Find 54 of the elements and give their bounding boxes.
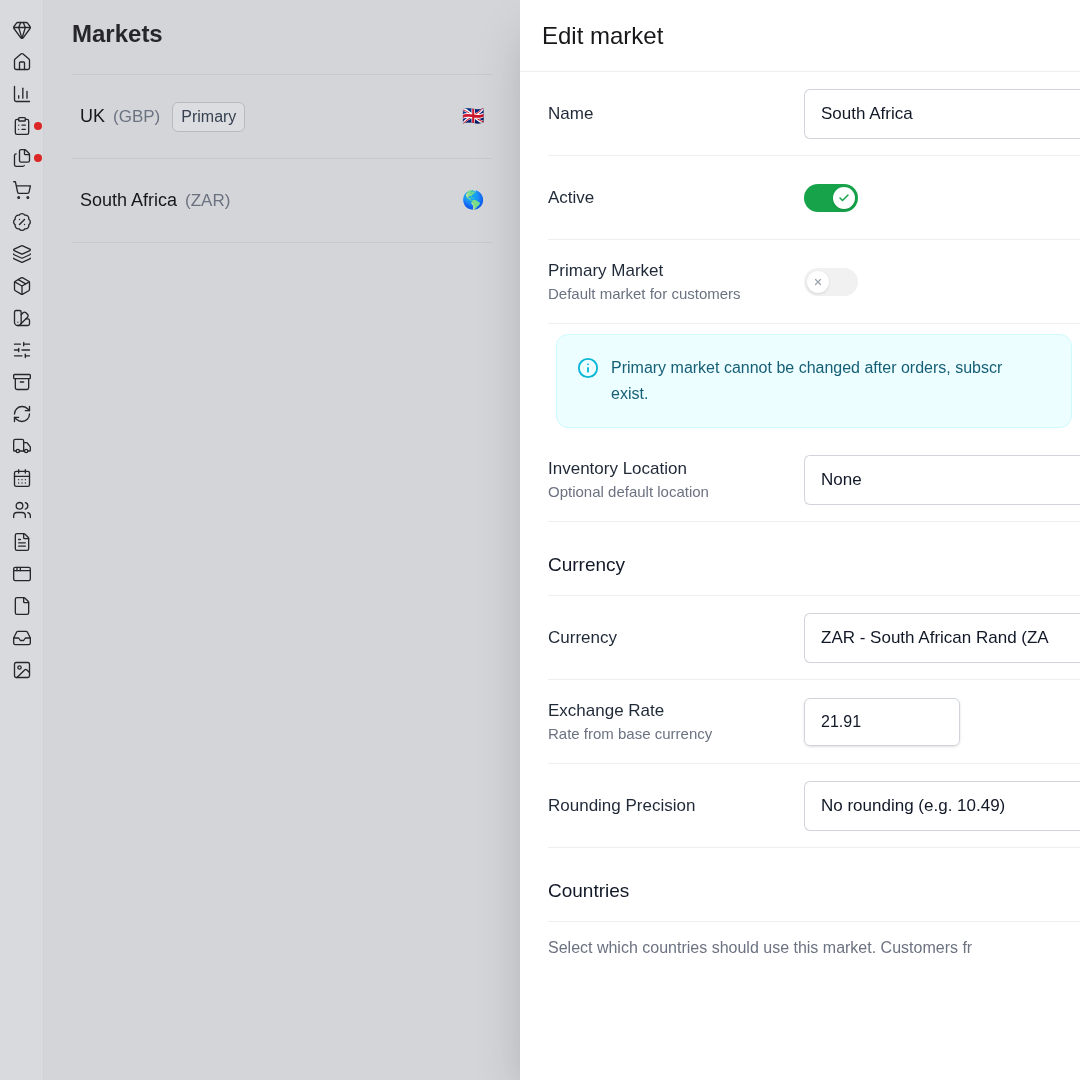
- section-heading: Countries: [548, 879, 630, 904]
- field-label: Currency: [548, 626, 618, 649]
- toggle-switch[interactable]: [804, 183, 858, 212]
- truck-icon[interactable]: [11, 436, 32, 456]
- flag-emoji: 🌎: [462, 189, 484, 212]
- layers-icon[interactable]: [11, 244, 32, 264]
- swatch-icon[interactable]: [11, 308, 32, 328]
- home-icon[interactable]: [11, 52, 32, 72]
- number-field[interactable]: 21.91: [804, 697, 960, 746]
- currency-code: (ZAR): [185, 189, 231, 212]
- close-icon: [813, 276, 823, 287]
- box-icon[interactable]: [11, 276, 32, 296]
- page-title: Markets: [72, 19, 164, 49]
- field-hint: Optional default location: [548, 482, 710, 502]
- cart-icon[interactable]: [11, 180, 32, 200]
- flag-emoji: 🇬🇧: [462, 105, 484, 128]
- field-label: Primary Market: [548, 259, 665, 282]
- field-hint: Default market for customers: [548, 284, 742, 304]
- field-label: Name: [548, 102, 595, 125]
- market-name: South Africa: [80, 189, 178, 212]
- drawer-title: Edit market: [542, 20, 664, 51]
- select-field[interactable]: None: [804, 454, 1080, 505]
- percent-badge-icon[interactable]: [11, 212, 32, 232]
- primary-badge: Primary: [172, 101, 246, 132]
- refresh-icon[interactable]: [11, 404, 32, 424]
- gem-icon[interactable]: [11, 20, 32, 40]
- archive-icon[interactable]: [11, 372, 32, 392]
- image-icon[interactable]: [11, 660, 32, 680]
- market-row[interactable]: UK (GBP) Primary 🇬🇧: [72, 75, 492, 159]
- section-description: Select which countries should use this market. Customers fr: [548, 938, 974, 958]
- inbox-icon[interactable]: [11, 628, 32, 648]
- field-label: Inventory Location: [548, 457, 688, 480]
- section-heading: Currency: [548, 553, 626, 578]
- window-icon[interactable]: [11, 564, 32, 584]
- field-hint: Rate from base currency: [548, 724, 714, 744]
- select-field[interactable]: ZAR - South African Rand (ZA: [804, 612, 1080, 663]
- select-field[interactable]: No rounding (e.g. 10.49): [804, 780, 1080, 831]
- market-name: UK: [80, 105, 105, 128]
- alert-text: exist.: [611, 384, 650, 404]
- info-icon: [577, 357, 599, 379]
- files-icon[interactable]: [11, 148, 32, 168]
- sliders-icon[interactable]: [11, 340, 32, 360]
- field-label: Rounding Precision: [548, 794, 697, 817]
- currency-code: (GBP): [113, 105, 161, 128]
- field-label: Exchange Rate: [548, 699, 666, 722]
- users-icon[interactable]: [11, 500, 32, 520]
- field-label: Active: [548, 186, 596, 209]
- calendar-icon[interactable]: [11, 468, 32, 488]
- alert-text: Primary market cannot be changed after orders, subscr: [611, 358, 1003, 378]
- check-icon: [838, 191, 850, 204]
- market-row[interactable]: South Africa (ZAR) 🌎: [72, 159, 492, 243]
- toggle-switch[interactable]: [804, 267, 858, 296]
- bar-chart-icon[interactable]: [11, 84, 32, 104]
- text-field[interactable]: South Africa: [804, 88, 1080, 139]
